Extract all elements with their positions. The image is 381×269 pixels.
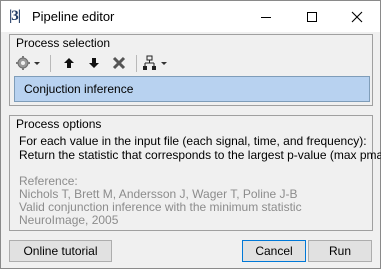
minimize-button[interactable] xyxy=(243,1,289,32)
toolbar-separator xyxy=(136,55,137,72)
window-title: Pipeline editor xyxy=(32,9,115,24)
minimize-icon xyxy=(261,16,271,18)
run-button[interactable]: Run xyxy=(308,240,372,262)
process-options-group: Process options For each value in the in… xyxy=(9,115,381,231)
maximize-icon xyxy=(307,11,317,22)
pipeline-editor-window: |3| Pipeline editor Process selection Co… xyxy=(0,0,381,269)
delete-x-icon xyxy=(112,56,126,70)
process-selection-title: Process selection xyxy=(16,36,111,50)
delete-button[interactable] xyxy=(108,53,130,73)
arrow-up-icon xyxy=(64,58,74,68)
process-toolbar xyxy=(10,52,372,74)
process-list[interactable]: Conjuction inference xyxy=(14,76,370,102)
title-bar[interactable]: |3| Pipeline editor xyxy=(1,1,380,32)
online-tutorial-button[interactable]: Online tutorial xyxy=(9,240,112,262)
maximize-button[interactable] xyxy=(289,1,335,32)
description-line: Return the statistic that corresponds to… xyxy=(19,148,381,162)
move-down-button[interactable] xyxy=(83,53,105,73)
tree-icon xyxy=(143,55,167,70)
reference-journal: NeuroImage, 2005 xyxy=(19,213,119,227)
arrow-down-icon xyxy=(89,58,99,68)
app-icon: |3| xyxy=(9,8,21,24)
close-icon xyxy=(351,11,363,22)
settings-dropdown-button[interactable] xyxy=(14,53,44,73)
move-up-button[interactable] xyxy=(58,53,80,73)
process-options-title: Process options xyxy=(16,117,102,131)
description-line: For each value in the input file (each s… xyxy=(19,134,367,148)
process-selection-group: Process selection Conjuction inference xyxy=(9,34,373,106)
pipeline-dropdown-button[interactable] xyxy=(141,53,171,73)
list-item[interactable]: Conjuction inference xyxy=(24,82,133,96)
toolbar-separator xyxy=(50,55,51,72)
close-button[interactable] xyxy=(334,1,380,32)
gear-icon xyxy=(16,56,40,70)
cancel-button[interactable]: Cancel xyxy=(242,240,306,262)
